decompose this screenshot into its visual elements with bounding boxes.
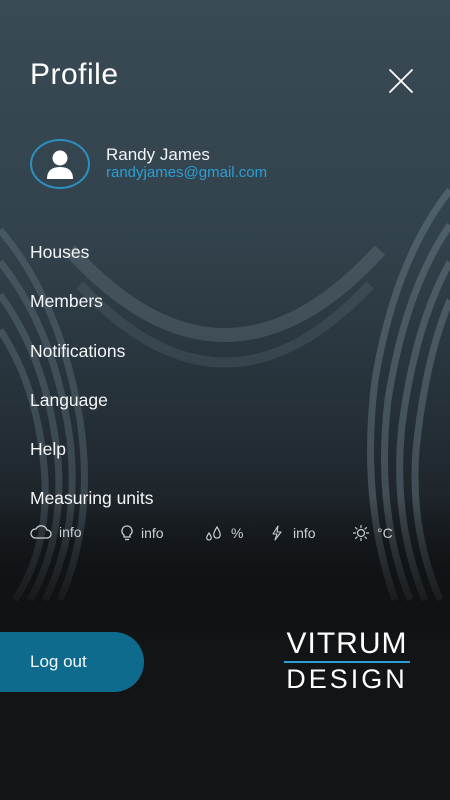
unit-temperature-label: °C <box>377 525 393 541</box>
cloud-icon <box>30 525 52 539</box>
unit-cloud-label: info <box>59 524 82 540</box>
menu-item-help[interactable]: Help <box>30 437 154 486</box>
user-email: randyjames@gmail.com <box>106 164 268 181</box>
close-button[interactable] <box>386 66 416 96</box>
logo-divider <box>284 661 410 663</box>
unit-power[interactable]: info <box>268 524 316 542</box>
logout-label: Log out <box>30 652 87 671</box>
profile-menu: Houses Members Notifications Language He… <box>30 240 154 536</box>
profile-drawer: Profile Randy James randyjames@gmail.com… <box>0 0 450 800</box>
menu-item-notifications[interactable]: Notifications <box>30 339 154 388</box>
user-name: Randy James <box>106 145 210 164</box>
unit-light-label: info <box>141 525 164 541</box>
vitrum-design-logo: VITRUM DESIGN <box>282 628 412 694</box>
avatar[interactable] <box>30 139 90 189</box>
menu-item-houses[interactable]: Houses <box>30 240 154 289</box>
user-icon <box>47 150 73 179</box>
unit-power-label: info <box>293 525 316 541</box>
lightbulb-icon <box>121 525 133 541</box>
measuring-units-row: info info % info °C <box>30 524 430 546</box>
menu-item-members[interactable]: Members <box>30 289 154 338</box>
droplets-icon <box>206 525 221 541</box>
lightning-icon <box>272 525 282 541</box>
close-icon <box>389 69 413 93</box>
unit-cloud[interactable]: info <box>30 524 82 540</box>
logo-bottom-text: DESIGN <box>286 664 408 694</box>
unit-temperature[interactable]: °C <box>352 524 393 542</box>
unit-humidity-label: % <box>231 525 244 541</box>
logout-button[interactable]: Log out <box>0 632 144 692</box>
unit-light[interactable]: info <box>120 524 164 542</box>
sun-icon <box>352 524 370 542</box>
page-title: Profile <box>30 58 119 91</box>
menu-item-language[interactable]: Language <box>30 388 154 437</box>
logo-top-text: VITRUM <box>286 627 408 660</box>
unit-humidity[interactable]: % <box>204 524 243 542</box>
